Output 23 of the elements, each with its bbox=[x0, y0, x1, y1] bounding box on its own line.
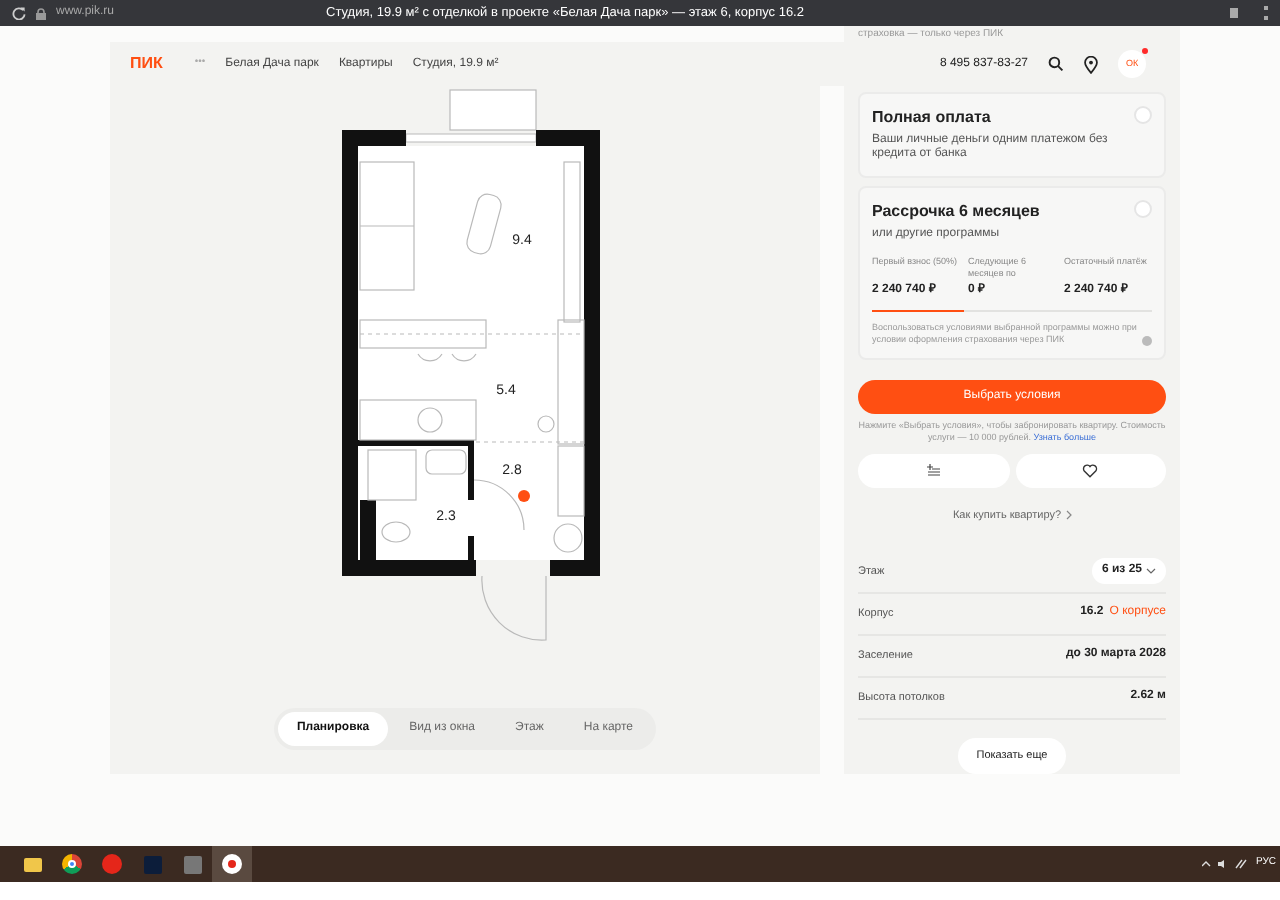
taskbar-app[interactable] bbox=[212, 846, 252, 883]
window-icon bbox=[183, 855, 201, 874]
location-dot bbox=[517, 490, 529, 502]
folder-icon bbox=[23, 857, 41, 872]
tray-icons-drawing bbox=[1201, 858, 1250, 871]
radio-button[interactable] bbox=[1134, 105, 1152, 123]
browser-icon bbox=[102, 854, 122, 875]
chevron-right-icon bbox=[1065, 510, 1072, 521]
brand-logo[interactable]: ПИК bbox=[130, 52, 163, 76]
payment-option-card[interactable] bbox=[858, 186, 1166, 361]
browser-icon bbox=[62, 854, 82, 875]
map-pin-icon[interactable] bbox=[1084, 55, 1098, 73]
browser-icon bbox=[222, 854, 242, 875]
editor-icon bbox=[143, 855, 161, 874]
heart-icon bbox=[1082, 463, 1099, 478]
option-title: Рассрочка 6 месяцев bbox=[872, 200, 1040, 225]
radio-button[interactable] bbox=[1134, 200, 1152, 219]
search-icon[interactable] bbox=[1048, 56, 1064, 72]
option-title: Полная оплата bbox=[872, 105, 991, 129]
chevron-down-icon bbox=[1146, 568, 1156, 575]
reload-icon[interactable] bbox=[12, 6, 26, 20]
lock-icon bbox=[36, 7, 46, 19]
list-add-icon bbox=[926, 464, 941, 477]
